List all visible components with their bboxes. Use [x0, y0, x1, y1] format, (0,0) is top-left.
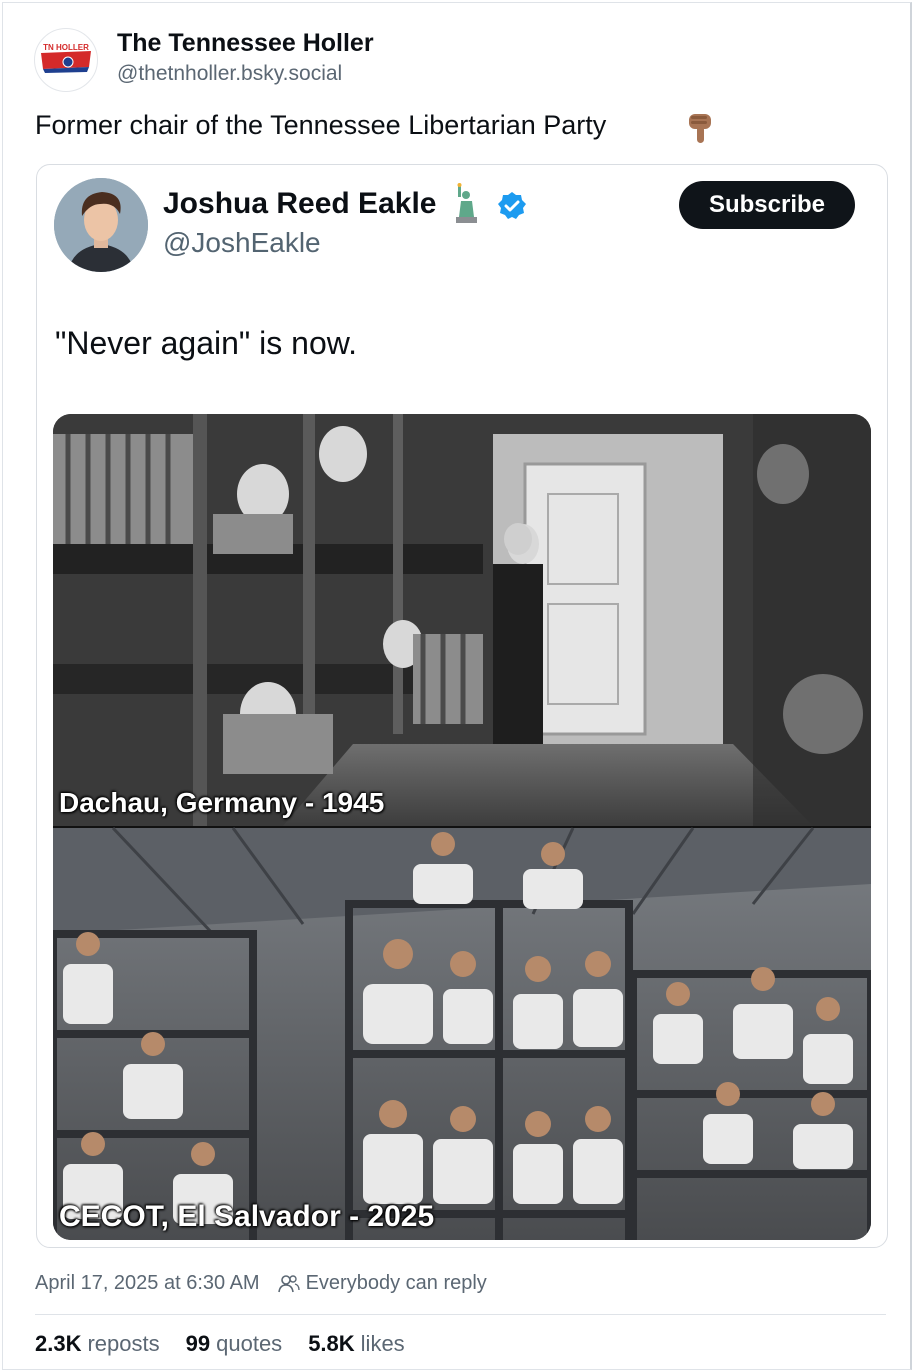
quotes-count: 99	[185, 1331, 211, 1356]
quotes-label: quotes	[216, 1331, 283, 1356]
pointing-down-icon	[689, 114, 711, 143]
engagement-stats: 2.3K reposts 99 quotes 5.8K likes	[35, 1331, 431, 1357]
reposts-label: reposts	[87, 1331, 160, 1356]
divider	[35, 1314, 886, 1315]
post-timestamp[interactable]: April 17, 2025 at 6:30 AM	[35, 1272, 260, 1295]
statue-of-liberty-icon	[456, 183, 477, 223]
quoted-author-handle[interactable]: @JoshEakle	[163, 227, 321, 259]
people-icon	[277, 1274, 300, 1292]
reposts-stat[interactable]: 2.3K reposts	[35, 1331, 160, 1357]
likes-stat[interactable]: 5.8K likes	[308, 1331, 405, 1357]
quoted-post-card[interactable]: Joshua Reed Eakle @JoshEakle Subscribe "…	[36, 164, 888, 1248]
quoted-author-avatar[interactable]	[54, 178, 148, 272]
post-meta: April 17, 2025 at 6:30 AM Everybody can …	[35, 1272, 487, 1295]
reply-setting: Everybody can reply	[305, 1272, 487, 1294]
quotes-stat[interactable]: 99 quotes	[186, 1331, 283, 1357]
comparison-photo[interactable]: Dachau, Germany - 1945 CECOT, El Salvado…	[53, 414, 871, 1240]
author-name[interactable]: The Tennessee Holler	[117, 29, 374, 58]
verified-badge-icon	[498, 192, 526, 219]
subscribe-button[interactable]: Subscribe	[679, 181, 855, 229]
author-avatar[interactable]: TN HOLLER	[34, 28, 98, 92]
tn-holler-logo: TN HOLLER	[41, 43, 91, 73]
quoted-author-name[interactable]: Joshua Reed Eakle	[163, 187, 436, 221]
quoted-post-text: "Never again" is now.	[55, 325, 357, 361]
likes-label: likes	[360, 1331, 405, 1356]
top-photo-caption: Dachau, Germany - 1945	[59, 787, 385, 818]
logo-text: TN HOLLER	[43, 43, 89, 52]
likes-count: 5.8K	[308, 1331, 355, 1356]
post-text: Former chair of the Tennessee Libertaria…	[35, 110, 607, 140]
bottom-photo-caption: CECOT, El Salvador - 2025	[59, 1200, 435, 1233]
reposts-count: 2.3K	[35, 1331, 82, 1356]
author-handle[interactable]: @thetnholler.bsky.social	[117, 62, 342, 86]
